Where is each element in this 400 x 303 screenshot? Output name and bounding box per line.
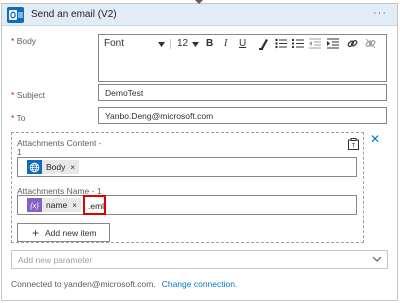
to-label: * To [11,113,26,123]
connection-footer: Connected to yanden@microsoft.com. Change… [11,279,237,289]
underline-button[interactable]: U [239,38,246,50]
switch-to-array-icon[interactable]: T [348,138,359,150]
bulleted-list-icon[interactable] [275,38,287,49]
bold-button[interactable]: B [206,38,213,50]
subject-input[interactable]: DemoTest [98,84,387,101]
body-label: * Body [11,36,37,46]
name-token-label: name [46,200,68,210]
connection-text: Connected to yanden@microsoft.com. [11,279,156,289]
formatting-toolbar: Font 12 B I U [99,35,386,53]
body-editor[interactable]: Font 12 B I U [98,34,387,82]
toolbar-divider [170,39,171,49]
plus-icon: + [32,225,40,240]
attachments-content-label-index: 1 [17,147,22,157]
to-input[interactable]: Yanbo.Deng@microsoft.com [98,107,387,124]
svg-text:{x}: {x} [30,201,39,210]
subject-label: * Subject [11,90,46,100]
font-select[interactable]: Font [104,38,124,50]
attachments-content-label: Attachments Content - [17,138,102,148]
file-extension-text[interactable]: .eml [83,195,106,215]
chevron-down-icon [372,256,382,262]
name-token[interactable]: {x} name × [27,198,81,212]
more-options-button[interactable]: ··· [373,7,387,19]
globe-icon [27,160,42,174]
connector-notch [195,0,203,4]
remove-token-button[interactable]: × [72,201,77,210]
chevron-down-icon[interactable] [158,42,165,47]
add-new-item-button[interactable]: + Add new item [17,223,110,242]
italic-button[interactable]: I [224,38,227,50]
attachments-name-input[interactable]: {x} name × [17,195,357,215]
outdent-icon[interactable] [309,38,321,49]
action-header[interactable]: Send an email (V2) ··· [2,4,397,26]
action-card: Send an email (V2) ··· * Body Font 12 B … [1,3,398,301]
action-title: Send an email (V2) [31,9,117,20]
font-size-select[interactable]: 12 [177,38,188,50]
remove-token-button[interactable]: × [70,163,75,172]
change-connection-link[interactable]: Change connection. [162,279,238,289]
chevron-down-icon[interactable] [192,42,199,47]
outlook-icon [7,7,24,23]
body-token-label: Body [46,162,66,172]
numbered-list-icon[interactable] [292,38,304,49]
remove-attachment-button[interactable]: ✕ [370,132,380,146]
expression-icon: {x} [27,198,42,212]
highlighter-icon[interactable] [259,38,269,50]
add-new-parameter-placeholder: Add new parameter [18,255,93,265]
add-new-item-label: Add new item [45,227,97,238]
link-icon[interactable] [347,38,358,49]
add-new-parameter-select[interactable]: Add new parameter [11,250,388,269]
body-token[interactable]: Body × [27,160,80,174]
indent-icon[interactable] [327,38,339,49]
attachments-content-input[interactable]: Body × [17,157,357,177]
unlink-icon[interactable] [365,38,376,49]
svg-text:T: T [352,144,356,150]
